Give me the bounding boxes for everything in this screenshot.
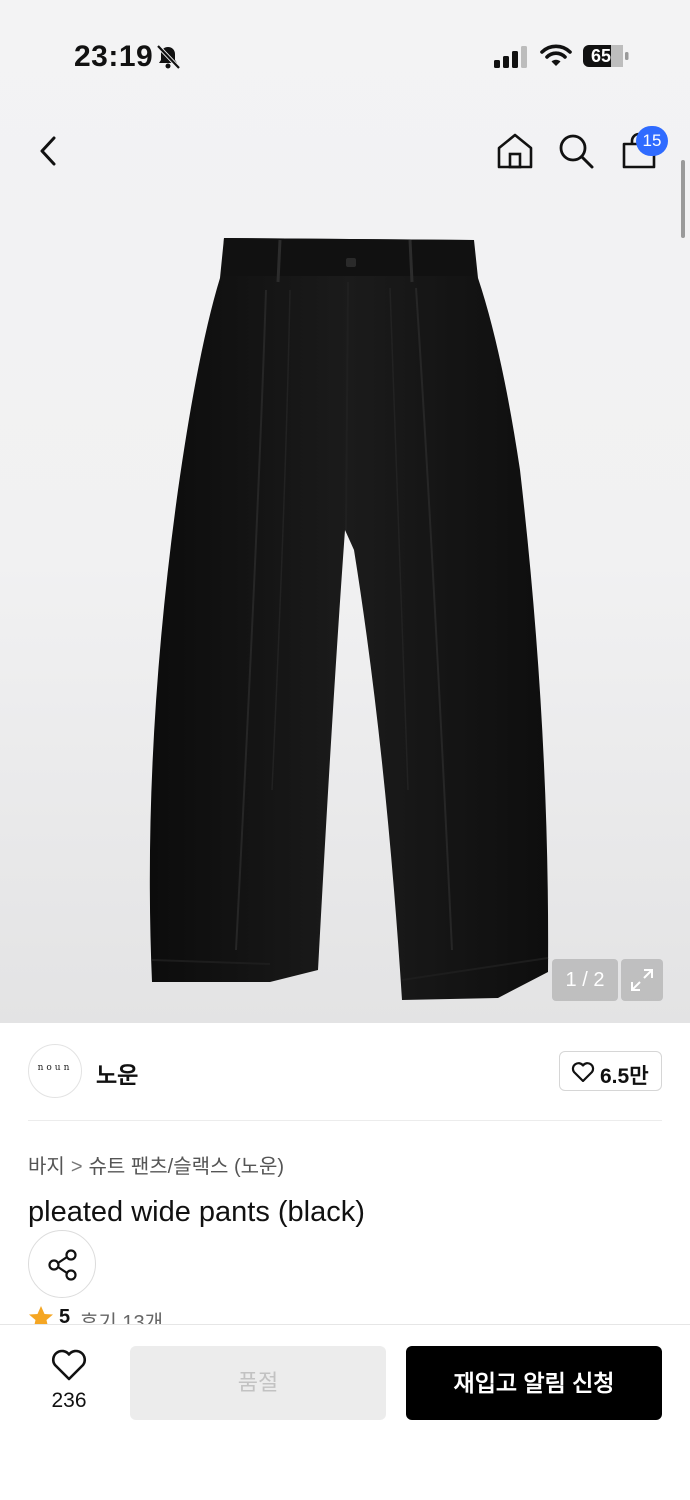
wifi-icon [540, 44, 572, 66]
battery-level: 65 [590, 46, 612, 66]
bell-off-icon [156, 44, 181, 70]
brand-like-count: 6.5만 [600, 1065, 649, 1088]
back-icon[interactable] [34, 132, 64, 170]
signal-icon [494, 46, 527, 68]
divider [28, 1120, 662, 1121]
status-time: 23:19 [74, 40, 154, 73]
chevron-right-icon: > [70, 1156, 83, 1178]
product-photo-pants[interactable] [140, 230, 560, 1010]
wishlist-heart-icon[interactable] [51, 1349, 87, 1381]
brand-logo[interactable]: noun [28, 1044, 82, 1098]
image-counter: 1 / 2 [552, 959, 618, 1001]
expand-icon [631, 969, 653, 991]
share-icon [48, 1249, 77, 1281]
cart-count-badge: 15 [636, 126, 668, 156]
product-image-area[interactable]: 23:19 65 15 1 / 2 [0, 0, 690, 1023]
heart-icon [571, 1062, 595, 1082]
brand-name[interactable]: 노운 [96, 1056, 138, 1090]
scroll-indicator [681, 160, 685, 238]
status-bar: 23:19 65 [0, 0, 690, 110]
search-icon[interactable] [557, 132, 595, 170]
soldout-button[interactable]: 품절 [130, 1346, 386, 1420]
home-icon[interactable] [496, 132, 534, 170]
wishlist-count: 236 [51, 1389, 87, 1412]
brand-like-button[interactable]: 6.5만 [559, 1051, 662, 1091]
breadcrumb: 바지 > 슈트 팬츠/슬랙스 (노운) [28, 1150, 284, 1179]
product-title: pleated wide pants (black) [28, 1196, 365, 1228]
breadcrumb-item-category[interactable]: 바지 [28, 1156, 65, 1178]
expand-image-button[interactable] [621, 959, 663, 1001]
restock-alert-button[interactable]: 재입고 알림 신청 [406, 1346, 662, 1420]
share-button[interactable] [28, 1230, 96, 1298]
brand-logo-text: noun [37, 1063, 73, 1073]
breadcrumb-item-subcategory[interactable]: 슈트 팬츠/슬랙스 (노운) [89, 1156, 285, 1178]
